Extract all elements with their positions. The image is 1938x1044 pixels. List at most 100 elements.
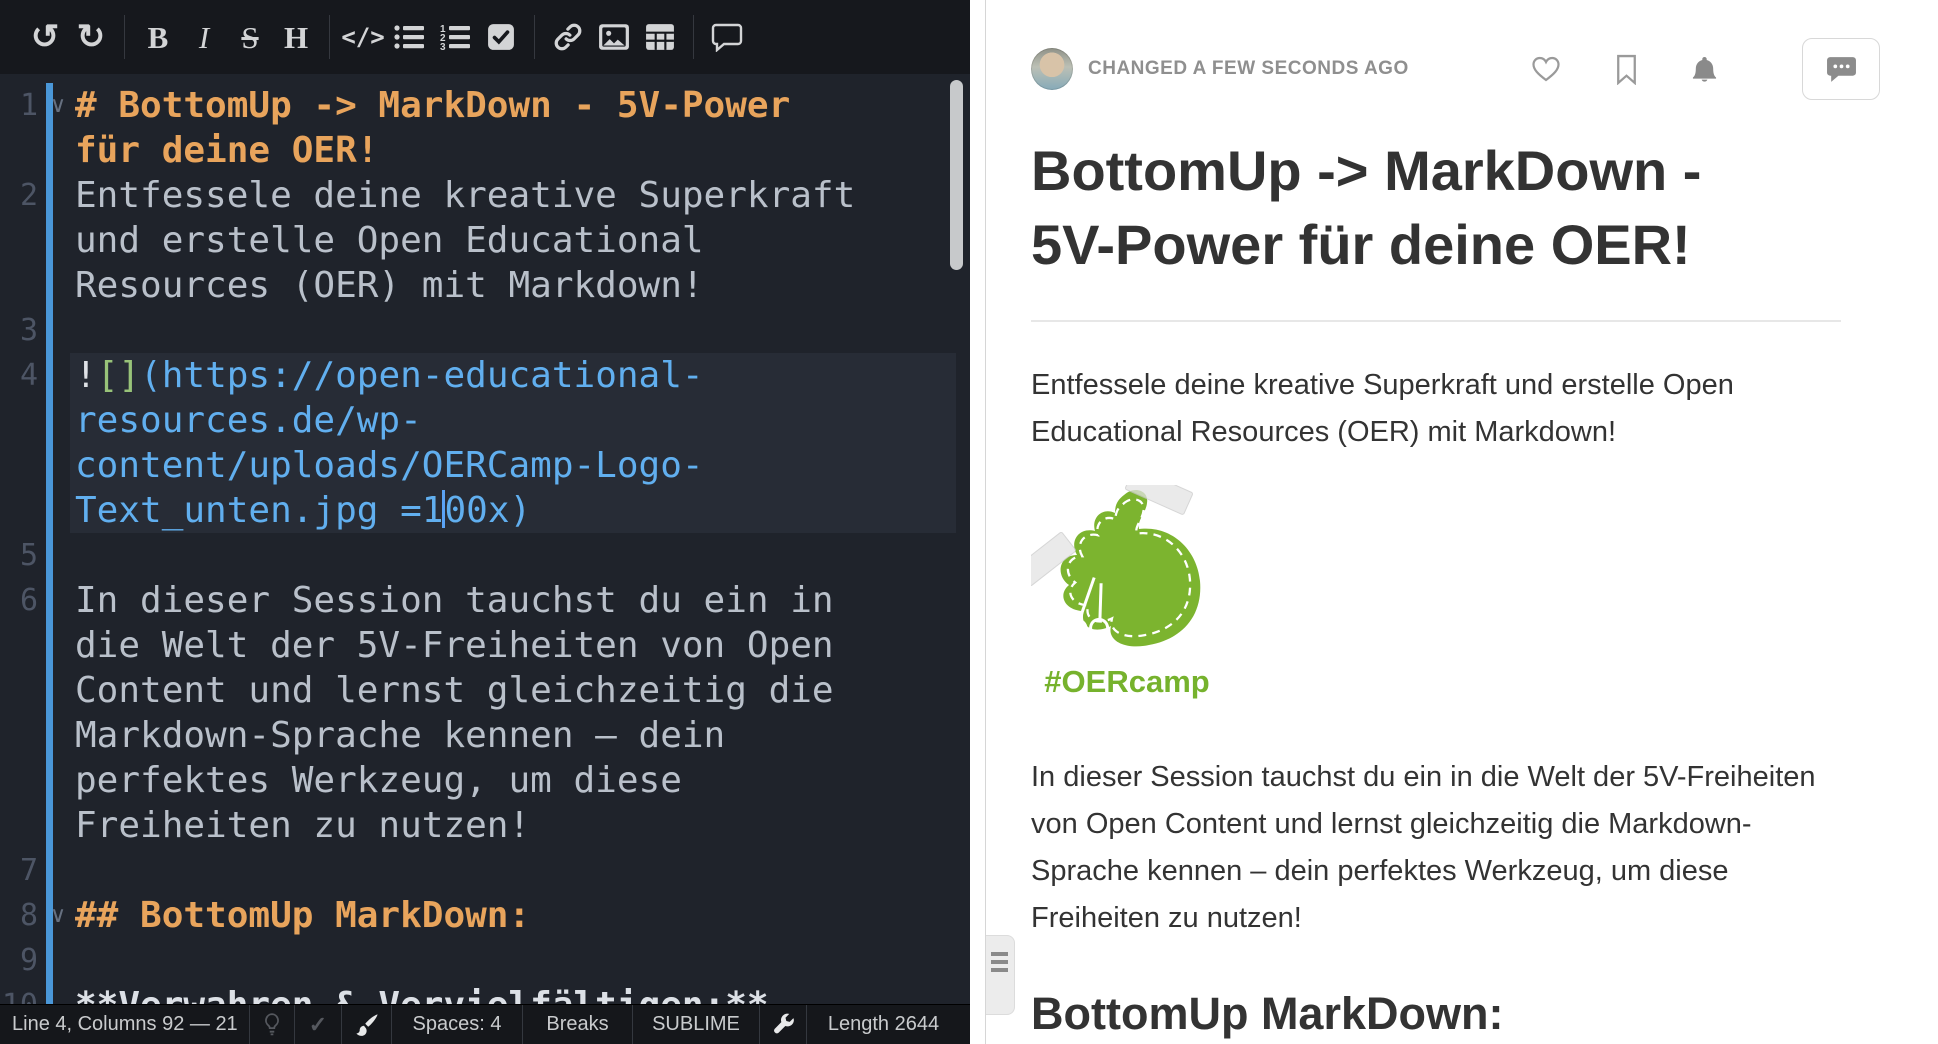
fold-spacer: [38, 308, 75, 353]
table-of-contents-button[interactable]: [985, 935, 1015, 1015]
bold-button[interactable]: B: [135, 12, 181, 62]
night-mode-button[interactable]: [250, 1005, 295, 1044]
line-number: 9: [0, 938, 38, 983]
bold-icon: B: [148, 22, 169, 53]
unordered-list-button[interactable]: [386, 12, 432, 62]
image-url-token: 00x): [444, 490, 531, 531]
code-line: 5: [0, 533, 970, 578]
undo-button[interactable]: ↺: [22, 12, 68, 62]
length-status-text: Length 2644: [828, 1013, 939, 1036]
code-text: Freiheiten zu nutzen!: [75, 803, 530, 848]
strikethrough-button[interactable]: S: [227, 12, 273, 62]
line-number: [0, 128, 38, 173]
spellcheck-button[interactable]: ✓: [295, 1005, 342, 1044]
editor-pane: ↺ ↻ B I S H </> 123: [0, 0, 970, 1044]
toolbar-separator: [124, 15, 125, 59]
line-number: [0, 443, 38, 488]
fold-spacer: [38, 128, 75, 173]
indent-status-button[interactable]: Spaces: 4: [392, 1005, 523, 1044]
code-text: Resources (OER) mit Markdown!: [75, 263, 704, 308]
editor-scrollbar-thumb[interactable]: [950, 80, 963, 270]
strikethrough-icon: S: [241, 22, 258, 53]
redo-button[interactable]: ↻: [68, 12, 114, 62]
code-line: Freiheiten zu nutzen!: [0, 803, 970, 848]
oercamp-wordmark: #OERcamp: [1031, 664, 1223, 700]
code-line: Markdown-Sprache kennen – dein: [0, 713, 970, 758]
code-line: für deine OER!: [0, 128, 970, 173]
image-url-token: resources.de/wp-: [75, 398, 422, 443]
code-text: Markdown-Sprache kennen – dein: [75, 713, 725, 758]
oercamp-flame-graphic: [1031, 485, 1221, 657]
fold-arrow-icon[interactable]: ∨: [38, 893, 75, 938]
task-list-button[interactable]: [478, 12, 524, 62]
task-list-icon: [487, 23, 515, 51]
code-line: 2Entfessele deine kreative Superkraft: [0, 173, 970, 218]
linebreak-status-button[interactable]: Breaks: [523, 1005, 633, 1044]
line-number: 6: [0, 578, 38, 623]
preview-title: BottomUp -> MarkDown - 5V-Power für dein…: [1031, 134, 1761, 282]
italic-icon: I: [199, 22, 209, 53]
fold-arrow-icon[interactable]: ∨: [38, 83, 75, 128]
last-changed-label: CHANGED A FEW SECONDS AGO: [1088, 58, 1409, 80]
spaces-status-text: Spaces: 4: [413, 1013, 502, 1036]
ordered-list-button[interactable]: 123: [432, 12, 478, 62]
code-text: die Welt der 5V-Freiheiten von Open: [75, 623, 834, 668]
line-number: [0, 623, 38, 668]
line-number: [0, 758, 38, 803]
preferences-button[interactable]: [760, 1005, 807, 1044]
link-button[interactable]: [545, 12, 591, 62]
toolbar-separator: [693, 15, 694, 59]
lightbulb-icon: [263, 1012, 281, 1037]
fold-spacer: [38, 488, 75, 533]
title-divider: [1031, 320, 1841, 322]
comment-button[interactable]: [704, 12, 750, 62]
code-line: 6In dieser Session tauchst du ein in: [0, 578, 970, 623]
author-avatar[interactable]: [1031, 48, 1073, 90]
code-line: 3: [0, 308, 970, 353]
paintbrush-icon: [355, 1013, 379, 1037]
fold-spacer: [38, 668, 75, 713]
table-button[interactable]: [637, 12, 683, 62]
line-number: [0, 398, 38, 443]
line-number: 4: [0, 353, 38, 398]
italic-button[interactable]: I: [181, 12, 227, 62]
keymap-status-button[interactable]: SUBLIME: [633, 1005, 760, 1044]
ordered-list-icon: 123: [440, 24, 470, 50]
image-bang-token: !: [75, 355, 97, 396]
like-button[interactable]: [1530, 53, 1562, 85]
oercamp-logo-image: #OERcamp: [1031, 485, 1223, 700]
code-line: 8∨## BottomUp MarkDown:: [0, 893, 970, 938]
comments-button[interactable]: [1802, 38, 1880, 100]
menu-icon: [991, 968, 1008, 972]
line-number: 7: [0, 848, 38, 893]
cursor-position-status: Line 4, Columns 92 — 21: [0, 1005, 250, 1044]
code-line: 10**Verwahren & Vervielfältigen:**: [0, 983, 970, 1005]
code-button[interactable]: </>: [340, 12, 386, 62]
code-text: **Verwahren & Vervielfältigen:**: [75, 983, 769, 1005]
editor-toolbar: ↺ ↻ B I S H </> 123: [0, 0, 970, 74]
code-text: und erstelle Open Educational: [75, 218, 704, 263]
code-line: 4![](https://open-educational-: [0, 353, 970, 398]
theme-button[interactable]: [342, 1005, 392, 1044]
code-line: die Welt der 5V-Freiheiten von Open: [0, 623, 970, 668]
image-icon: [598, 23, 630, 51]
comment-bubble-icon: [1826, 55, 1857, 84]
code-editor[interactable]: 1∨# BottomUp -> MarkDown - 5V-Power für …: [0, 74, 970, 1005]
line-number: 5: [0, 533, 38, 578]
heading-button[interactable]: H: [273, 12, 319, 62]
line-number: 8: [0, 893, 38, 938]
code-lines: 1∨# BottomUp -> MarkDown - 5V-Power für …: [0, 74, 970, 1005]
check-icon: ✓: [309, 1012, 327, 1038]
image-button[interactable]: [591, 12, 637, 62]
preview-paragraph-2: In dieser Session tauchst du ein in die …: [1031, 754, 1816, 942]
fold-spacer: [38, 803, 75, 848]
code-line: 7: [0, 848, 970, 893]
bookmark-button[interactable]: [1614, 54, 1639, 85]
code-line: 1∨# BottomUp -> MarkDown - 5V-Power: [0, 83, 970, 128]
bookmark-icon: [1614, 54, 1639, 85]
fold-spacer: [38, 218, 75, 263]
code-text: Content und lernst gleichzeitig die: [75, 668, 834, 713]
line-number: [0, 713, 38, 758]
subscribe-button[interactable]: [1691, 55, 1718, 84]
undo-icon: ↺: [31, 20, 60, 54]
